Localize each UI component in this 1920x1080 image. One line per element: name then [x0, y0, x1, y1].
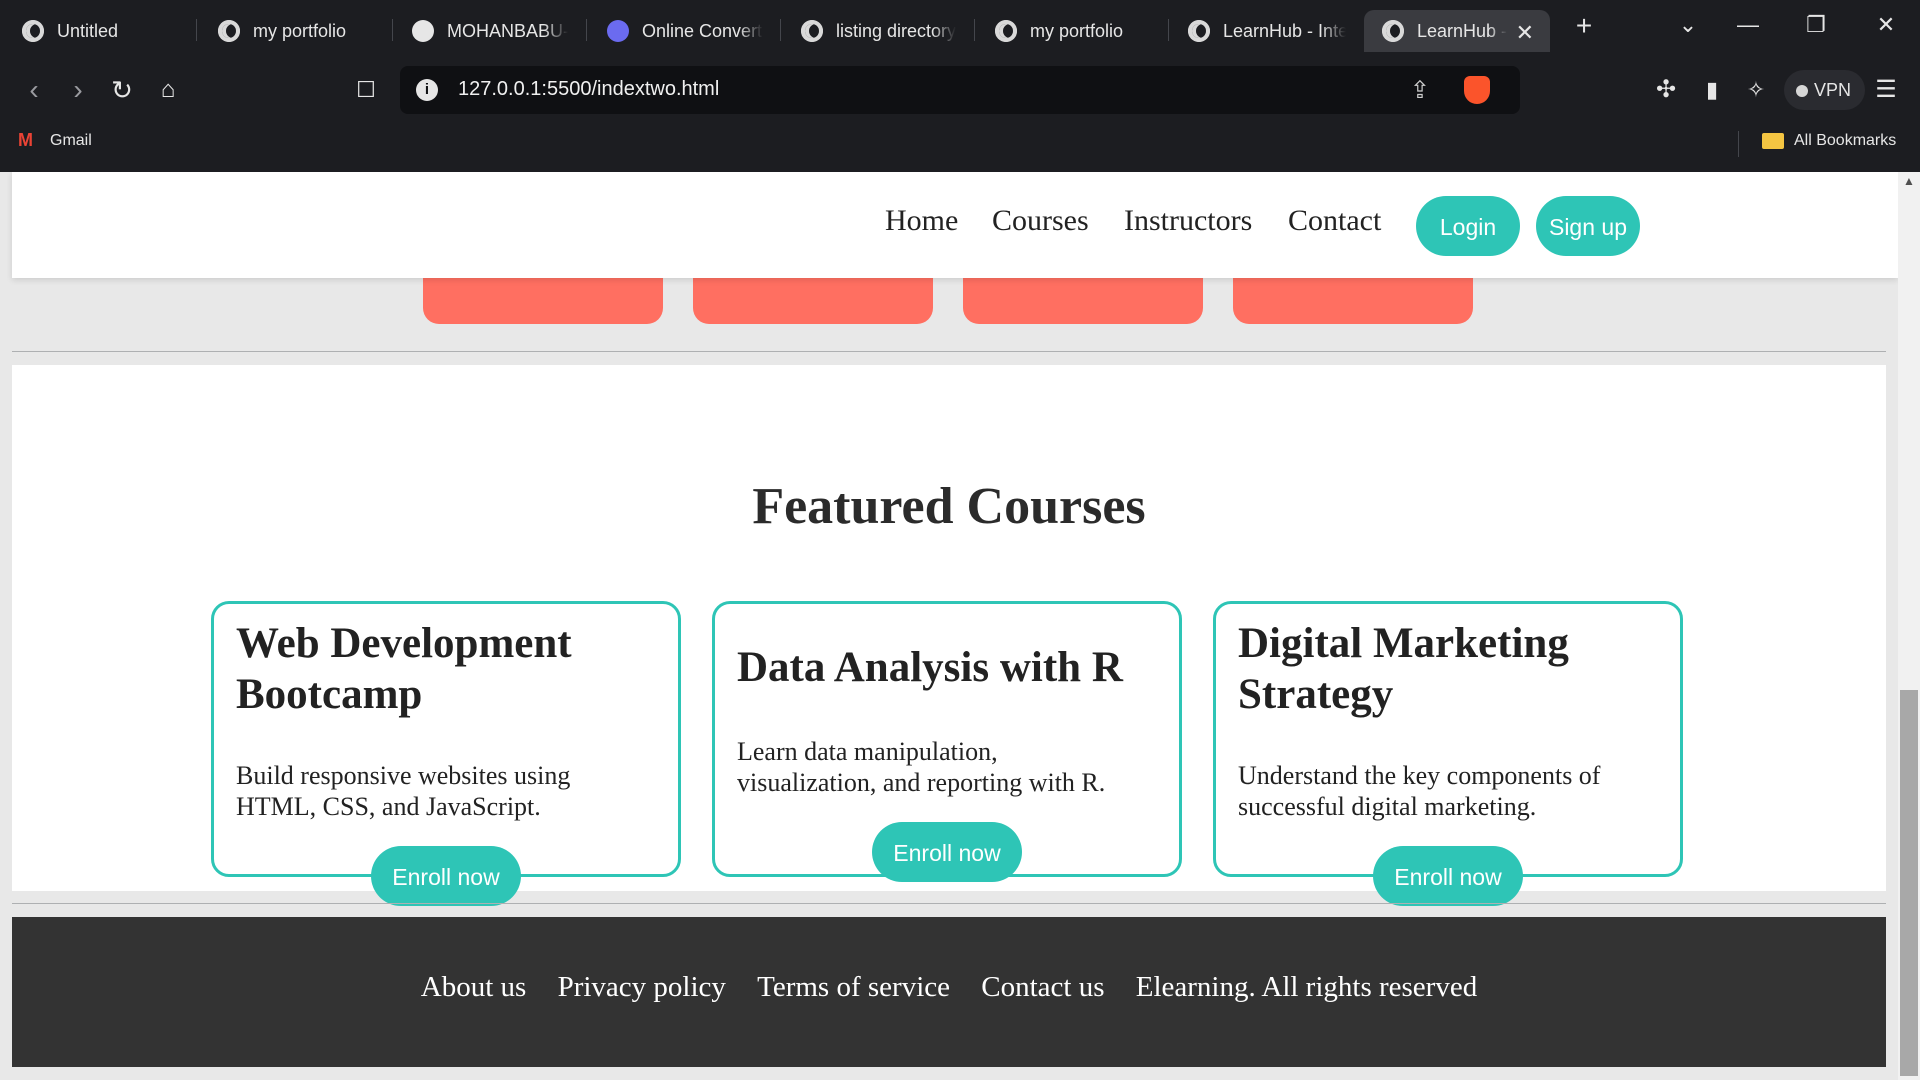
browser-tab[interactable]: MOHANBABU-1 — [412, 10, 568, 52]
vpn-button[interactable]: VPN — [1784, 70, 1866, 110]
nav-instructors-link[interactable]: Instructors — [1124, 204, 1252, 238]
signup-button[interactable]: Sign up — [1536, 196, 1640, 256]
bookmark-icon[interactable]: ☐ — [348, 72, 384, 108]
course-description: Learn data manipulation, visualization, … — [737, 737, 1106, 797]
globe-icon — [1188, 20, 1210, 42]
enroll-button[interactable]: Enroll now — [1373, 846, 1523, 906]
back-icon[interactable]: ‹ — [16, 72, 52, 108]
course-card: Digital Marketing Strategy Understand th… — [1213, 601, 1683, 877]
address-bar[interactable]: i 127.0.0.1:5500/indextwo.html ⇪ — [400, 66, 1520, 114]
site-footer: About us Privacy policy Terms of service… — [12, 917, 1886, 1067]
converter-icon — [607, 20, 629, 42]
globe-icon — [218, 20, 240, 42]
all-bookmarks[interactable]: All Bookmarks — [1762, 132, 1896, 150]
nav-courses-link[interactable]: Courses — [992, 204, 1089, 238]
scrollbar-thumb[interactable] — [1900, 690, 1918, 1076]
browser-tab-active[interactable]: LearnHub - ✕ — [1364, 10, 1550, 52]
footer-contact-link[interactable]: Contact us — [981, 971, 1104, 1003]
login-button[interactable]: Login — [1416, 196, 1520, 256]
featured-title: Featured Courses — [752, 478, 1146, 535]
course-title: Data Analysis with R — [737, 644, 1123, 691]
close-tab-icon[interactable]: ✕ — [1516, 20, 1534, 46]
new-tab-button[interactable]: + — [1564, 10, 1604, 42]
browser-tab[interactable]: Online Converte — [607, 10, 763, 52]
share-icon[interactable]: ⇪ — [1410, 76, 1430, 105]
bookmarks-divider — [1738, 131, 1739, 157]
enroll-button[interactable]: Enroll now — [872, 822, 1022, 882]
minimize-icon[interactable]: — — [1728, 12, 1768, 38]
site-info-icon[interactable]: i — [416, 79, 438, 101]
site-header: Home Courses Instructors Contact Login S… — [12, 172, 1898, 278]
close-window-icon[interactable]: ✕ — [1866, 12, 1906, 38]
tab-list-chevron-icon[interactable]: ⌄ — [1668, 12, 1708, 38]
tab-strip: Untitled my portfolio MOHANBABU-1 Online… — [0, 0, 1920, 60]
bookmark-gmail[interactable]: Gmail — [18, 130, 92, 151]
sidebar-icon[interactable]: ▮ — [1694, 72, 1730, 108]
menu-icon[interactable]: ☰ — [1868, 72, 1904, 108]
gmail-icon — [18, 130, 40, 151]
browser-tab[interactable]: Untitled — [22, 10, 182, 52]
section-divider — [12, 903, 1886, 904]
scroll-up-icon[interactable]: ▲ — [1898, 174, 1920, 192]
forward-icon[interactable]: › — [60, 72, 96, 108]
browser-toolbar: ‹ › ↻ ⌂ ☐ i 127.0.0.1:5500/indextwo.html… — [0, 60, 1920, 120]
footer-copyright: Elearning. All rights reserved — [1135, 971, 1478, 1003]
course-description: Build responsive websites using HTML, CS… — [236, 761, 571, 821]
course-card: Web Development Bootcamp Build responsiv… — [211, 601, 681, 877]
url-text[interactable]: 127.0.0.1:5500/indextwo.html — [458, 78, 719, 101]
reload-icon[interactable]: ↻ — [104, 72, 140, 108]
footer-privacy-link[interactable]: Privacy policy — [558, 971, 726, 1003]
browser-tab[interactable]: listing directory — [801, 10, 961, 52]
browser-tab[interactable]: LearnHub - Inter — [1188, 10, 1346, 52]
page-viewport: Home Courses Instructors Contact Login S… — [0, 172, 1898, 1080]
globe-icon — [801, 20, 823, 42]
globe-icon — [1382, 20, 1404, 42]
browser-tab[interactable]: my portfolio — [995, 10, 1155, 52]
section-divider — [12, 351, 1886, 352]
home-icon[interactable]: ⌂ — [150, 72, 186, 108]
brave-shields-icon[interactable] — [1464, 76, 1490, 104]
footer-about-link[interactable]: About us — [421, 971, 527, 1003]
enroll-button[interactable]: Enroll now — [371, 846, 521, 906]
globe-icon — [995, 20, 1017, 42]
course-title: Web Development Bootcamp — [236, 620, 572, 718]
globe-icon — [22, 20, 44, 42]
github-icon — [412, 20, 434, 42]
leo-ai-icon[interactable]: ✧ — [1738, 72, 1774, 108]
folder-icon — [1762, 133, 1784, 149]
nav-contact-link[interactable]: Contact — [1288, 204, 1381, 238]
extensions-icon[interactable]: ✣ — [1648, 72, 1684, 108]
course-description: Understand the key components of success… — [1238, 761, 1601, 821]
nav-home-link[interactable]: Home — [885, 204, 958, 238]
restore-icon[interactable]: ❐ — [1796, 12, 1836, 38]
footer-links: About us Privacy policy Terms of service… — [12, 971, 1886, 1004]
vpn-status-icon — [1796, 85, 1808, 97]
course-title: Digital Marketing Strategy — [1238, 620, 1569, 718]
bookmarks-bar: Gmail All Bookmarks — [0, 120, 1920, 172]
browser-tab[interactable]: my portfolio — [218, 10, 378, 52]
footer-terms-link[interactable]: Terms of service — [757, 971, 950, 1003]
